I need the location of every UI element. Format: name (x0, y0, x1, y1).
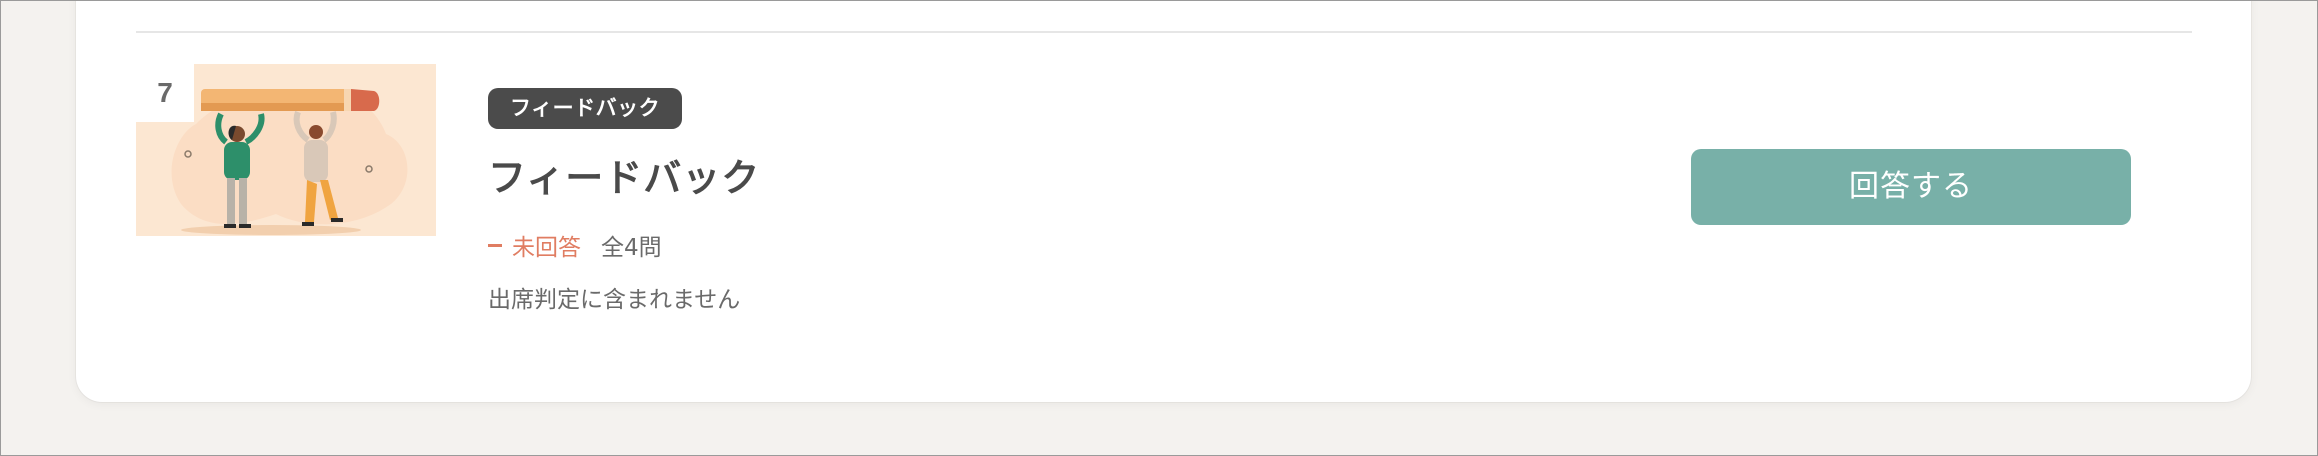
survey-card: 7 フィードバック フィードバック 未回答 全4問 出席判定に含まれません 回答… (76, 1, 2251, 402)
dash-icon (488, 243, 502, 247)
attendance-note: 出席判定に含まれません (488, 287, 741, 313)
question-count: 全4問 (601, 235, 662, 261)
item-number-badge: 7 (136, 64, 194, 122)
answer-button[interactable]: 回答する (1691, 149, 2131, 225)
item-content: フィードバック フィードバック 未回答 全4問 出席判定に含まれません (488, 88, 760, 314)
divider (136, 31, 2192, 33)
viewport: 7 フィードバック フィードバック 未回答 全4問 出席判定に含まれません 回答… (0, 0, 2318, 456)
status-text: 未回答 (512, 235, 581, 261)
item-title: フィードバック (488, 156, 761, 200)
thumbnail-image: 7 (136, 64, 436, 236)
status-label: 未回答 (488, 228, 581, 262)
item-meta: 未回答 全4問 (488, 228, 760, 262)
category-tag: フィードバック (488, 88, 683, 129)
